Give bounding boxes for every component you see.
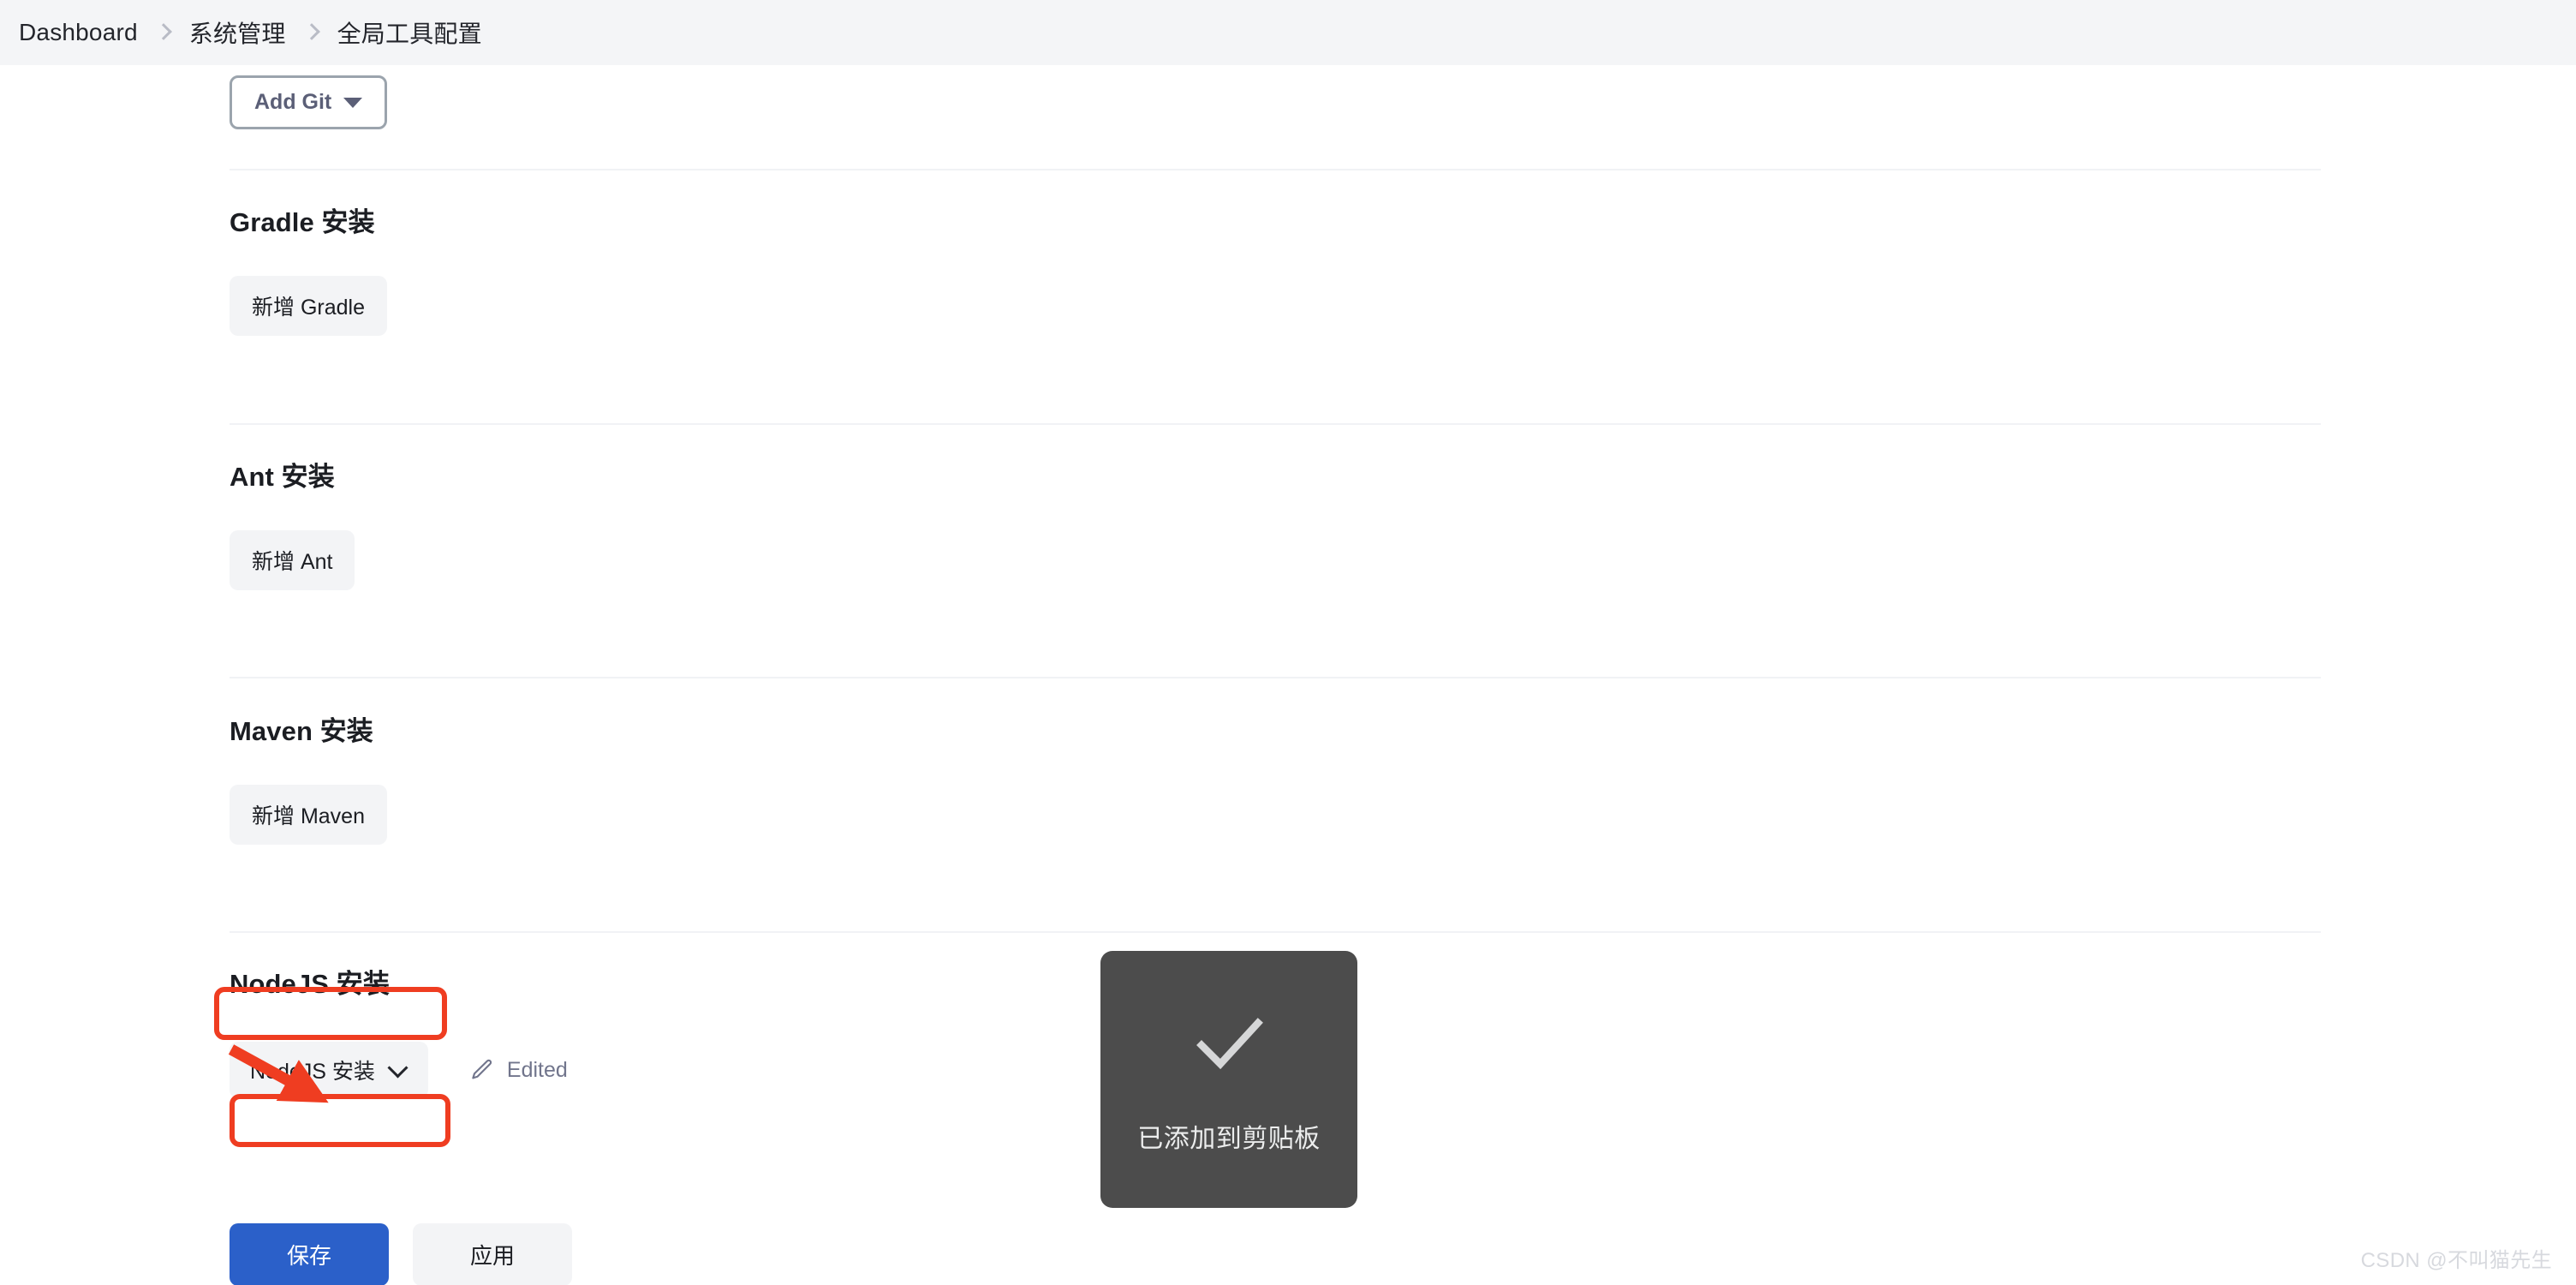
caret-down-icon	[343, 97, 363, 108]
section-divider	[230, 423, 2321, 425]
git-section: Add Git	[0, 75, 388, 129]
add-git-button[interactable]: Add Git	[230, 75, 388, 129]
chevron-down-icon	[389, 1061, 408, 1079]
nodejs-dropdown-value: NodeJS 安装	[250, 1060, 375, 1084]
add-maven-button[interactable]: 新增 Maven	[230, 785, 387, 845]
nodejs-controls-row: NodeJS 安装 Edited	[230, 1042, 568, 1098]
add-git-label: Add Git	[254, 90, 332, 114]
watermark: CSDN @不叫猫先生	[2360, 1249, 2552, 1272]
add-ant-button[interactable]: 新增 Ant	[230, 530, 355, 590]
nodejs-section-title: NodeJS 安装	[230, 969, 390, 999]
apply-button[interactable]: 应用	[413, 1223, 572, 1285]
edited-label: Edited	[506, 1057, 568, 1082]
breadcrumb: Dashboard 系统管理 全局工具配置	[0, 0, 2576, 65]
chevron-right-icon	[305, 21, 319, 44]
nodejs-install-dropdown[interactable]: NodeJS 安装	[230, 1042, 428, 1098]
ant-section-title: Ant 安装	[230, 462, 335, 492]
pencil-icon	[469, 1057, 495, 1083]
form-actions: 保存 应用	[230, 1223, 572, 1285]
gradle-section-title: Gradle 安装	[230, 207, 375, 237]
breadcrumb-item-global-tool-configuration: 全局工具配置	[337, 21, 482, 47]
maven-section: Maven 安装 新增 Maven	[0, 709, 387, 845]
section-divider	[230, 169, 2321, 170]
ant-section: Ant 安装 新增 Ant	[0, 455, 355, 590]
gradle-section: Gradle 安装 新增 Gradle	[0, 200, 387, 336]
section-divider	[230, 931, 2321, 933]
breadcrumb-item-system-management[interactable]: 系统管理	[189, 15, 286, 50]
section-divider	[230, 677, 2321, 678]
edited-status: Edited	[469, 1057, 568, 1083]
page-root: Dashboard 系统管理 全局工具配置 Add Git Gradle 安装 …	[0, 0, 2576, 1285]
maven-section-title: Maven 安装	[230, 716, 373, 746]
check-icon	[1196, 1018, 1263, 1070]
chevron-right-icon	[157, 21, 170, 44]
toast-message: 已添加到剪贴板	[1137, 1125, 1321, 1153]
save-button[interactable]: 保存	[230, 1223, 389, 1285]
clipboard-toast: 已添加到剪贴板	[1100, 951, 1357, 1208]
add-gradle-button[interactable]: 新增 Gradle	[230, 276, 387, 336]
nodejs-section: NodeJS 安装 NodeJS 安装 Edited	[0, 962, 568, 1098]
breadcrumb-item-dashboard[interactable]: Dashboard	[19, 19, 138, 46]
